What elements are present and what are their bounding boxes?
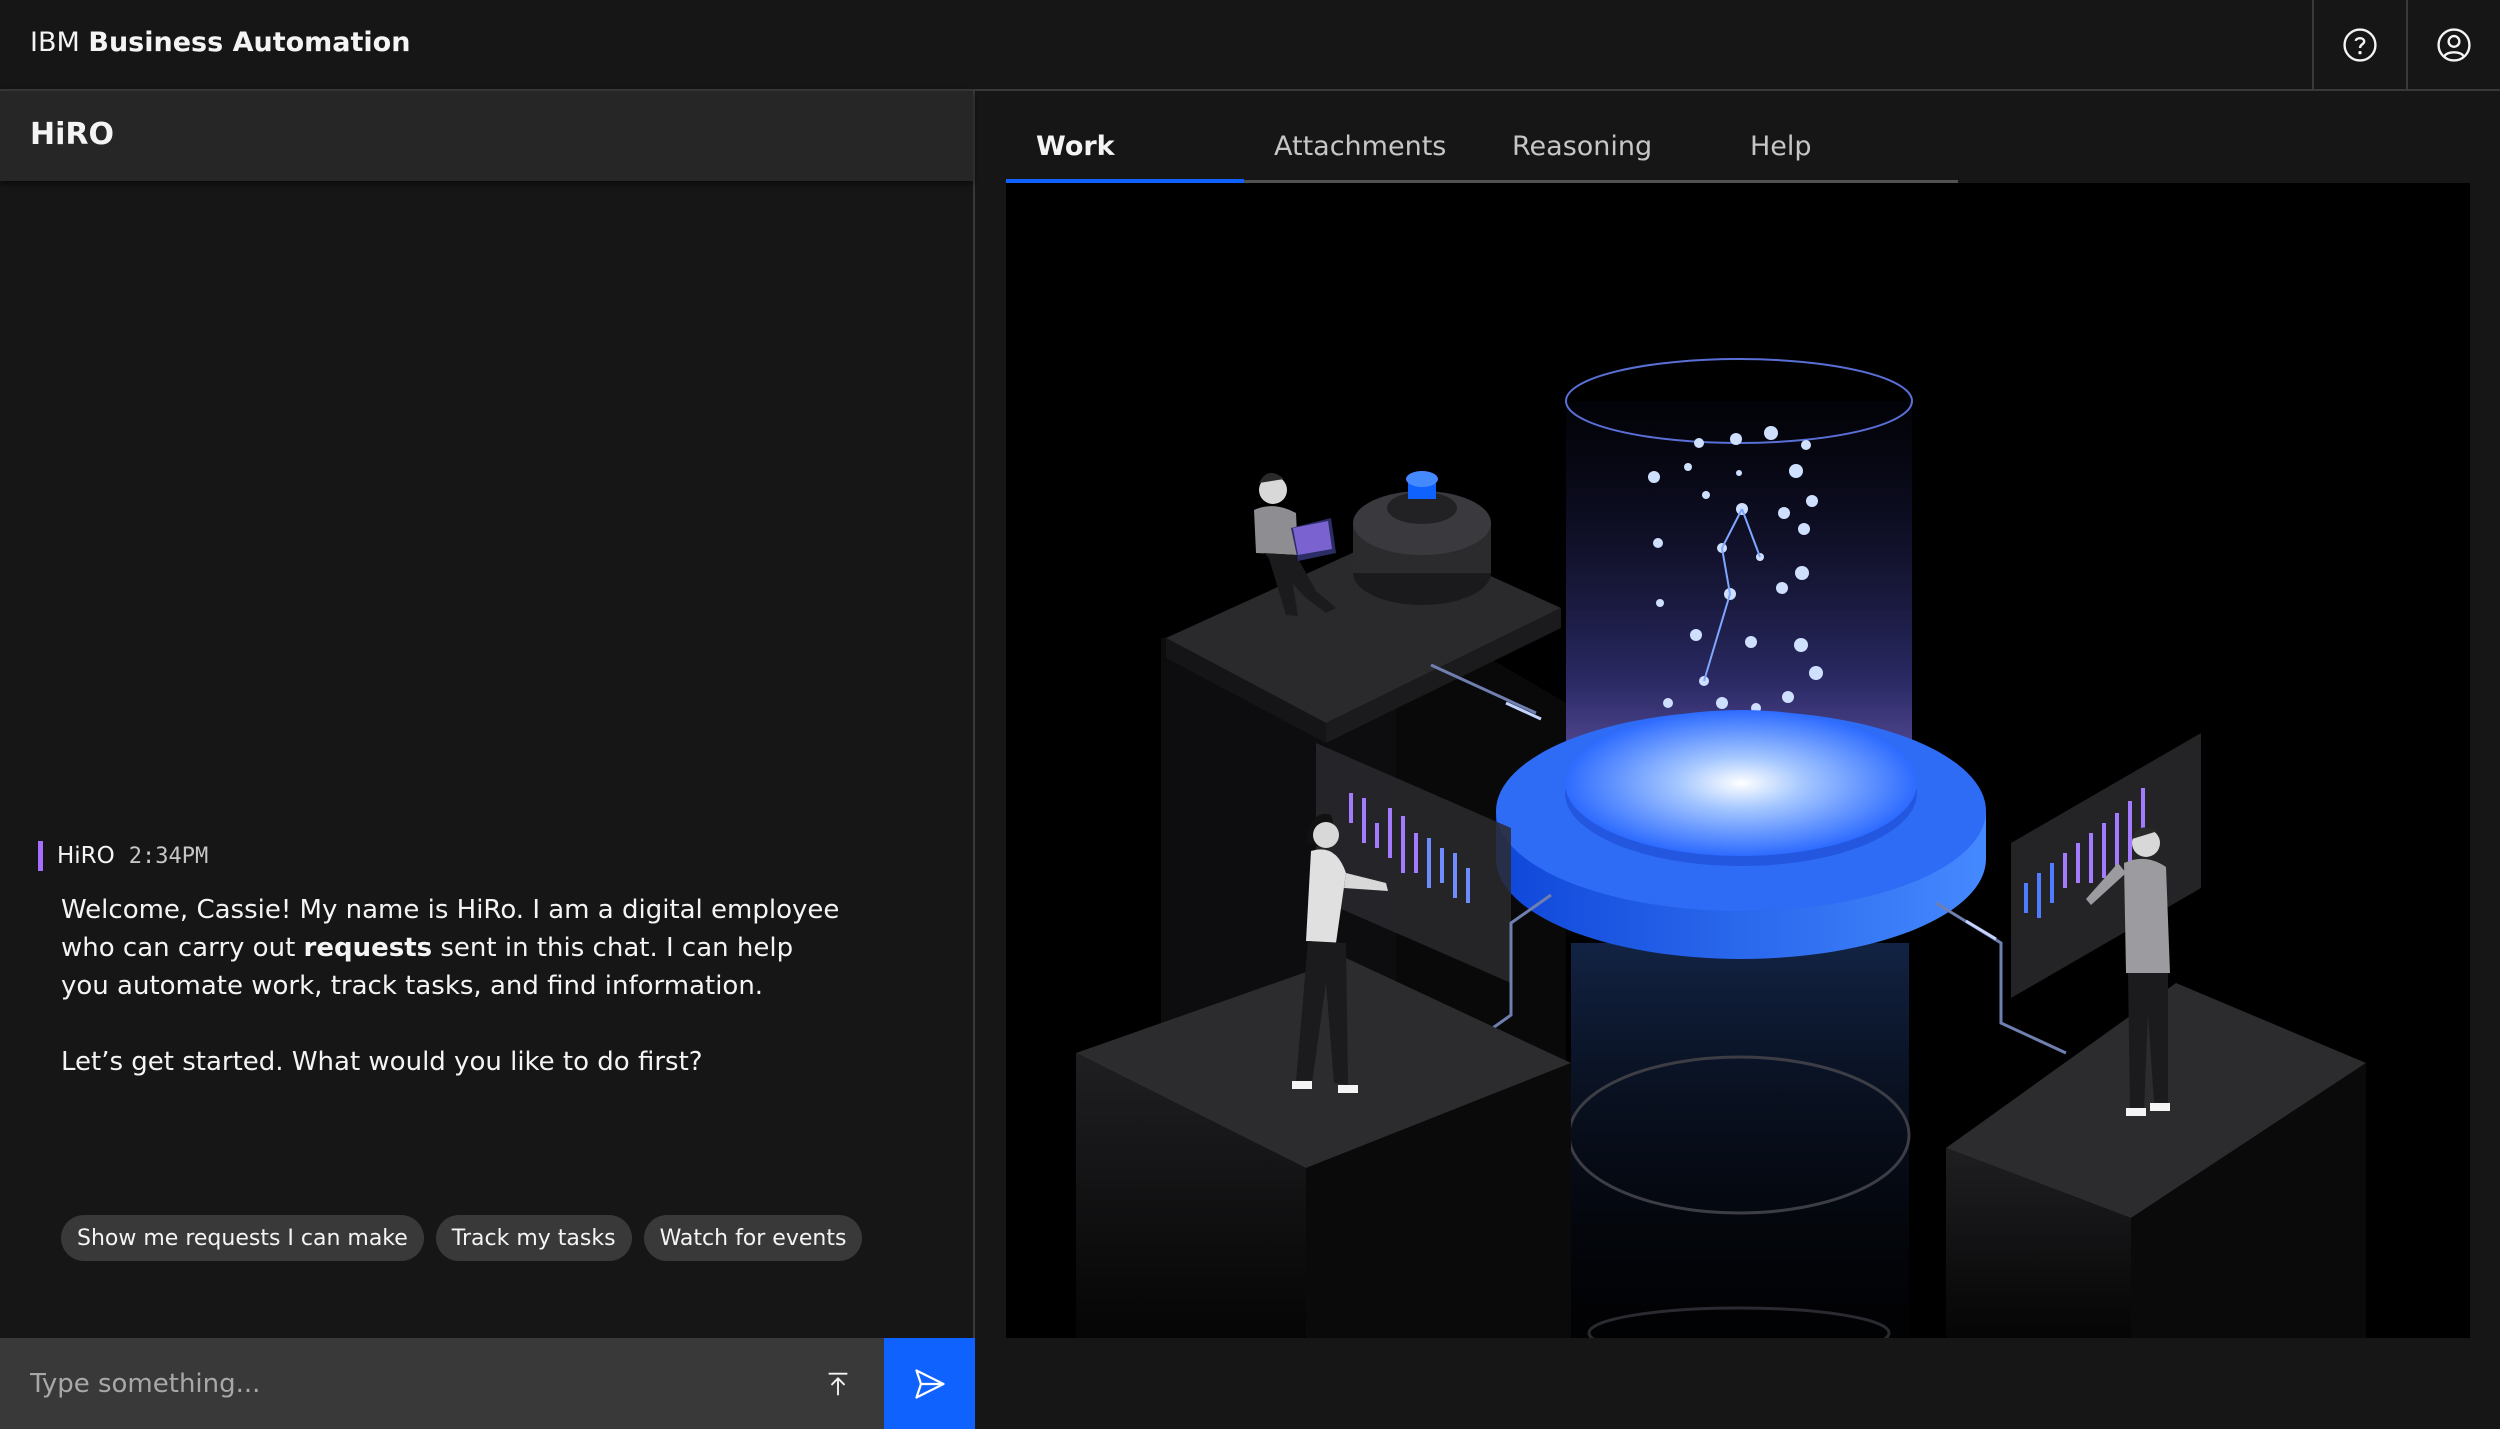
product-name[interactable]: IBM Business Automation: [30, 27, 410, 58]
tab-attachments[interactable]: Attachments: [1244, 113, 1482, 183]
tab-work[interactable]: Work: [1006, 113, 1244, 183]
suggestion-track-tasks[interactable]: Track my tasks: [435, 1215, 632, 1261]
sender-marker: [38, 841, 43, 871]
suggestion-watch-events[interactable]: Watch for events: [643, 1215, 863, 1261]
user-profile-button[interactable]: [2406, 0, 2500, 90]
send-icon: [914, 1368, 945, 1399]
message-paragraph-1: Welcome, Cassie! My name is HiRo. I am a…: [61, 891, 841, 1005]
chat-panel: HiRO HiRO 2:34PM Welcome, Cassie! My nam…: [0, 91, 975, 1429]
user-avatar-icon: [2437, 28, 2471, 62]
message-input[interactable]: [30, 1362, 790, 1406]
workspace-panel: Work Attachments Reasoning Help: [977, 91, 2500, 1338]
workspace-tabs: Work Attachments Reasoning Help: [1006, 113, 1958, 183]
send-button[interactable]: [884, 1338, 975, 1429]
suggestion-chips: Show me requests I can make Track my tas…: [61, 1215, 863, 1261]
chat-panel-header: HiRO: [0, 91, 973, 181]
message-body: Welcome, Cassie! My name is HiRo. I am a…: [61, 891, 841, 1081]
help-button[interactable]: [2312, 0, 2406, 90]
brand-name: Business Automation: [88, 27, 411, 58]
chat-composer: [0, 1338, 975, 1429]
composer-field: [0, 1338, 884, 1429]
message-timestamp: 2:34PM: [128, 843, 209, 869]
lower-beam: [1571, 943, 1909, 1338]
tab-reasoning[interactable]: Reasoning: [1482, 113, 1720, 183]
message-meta: HiRO 2:34PM: [38, 841, 858, 871]
message-paragraph-2: Let’s get started. What would you like t…: [61, 1047, 703, 1077]
upload-button[interactable]: [816, 1362, 860, 1406]
requests-emphasis: requests: [303, 933, 433, 963]
brand-prefix: IBM: [30, 27, 80, 58]
top-header-bar: IBM Business Automation: [0, 0, 2500, 91]
help-icon: [2343, 28, 2377, 62]
central-platform-disc: [1496, 710, 1986, 959]
work-illustration: [1006, 183, 2470, 1338]
chat-title: HiRO: [30, 117, 114, 152]
suggestion-show-requests[interactable]: Show me requests I can make: [61, 1215, 424, 1261]
device-button-top: [1406, 471, 1438, 487]
message-sender: HiRO: [57, 843, 115, 869]
tab-help[interactable]: Help: [1720, 113, 1958, 183]
connector-right-glow: [1965, 919, 1997, 941]
chat-message: HiRO 2:34PM Welcome, Cassie! My name is …: [38, 841, 858, 1081]
isometric-automation-illustration: [1076, 358, 2366, 1338]
upload-icon: [828, 1372, 848, 1396]
